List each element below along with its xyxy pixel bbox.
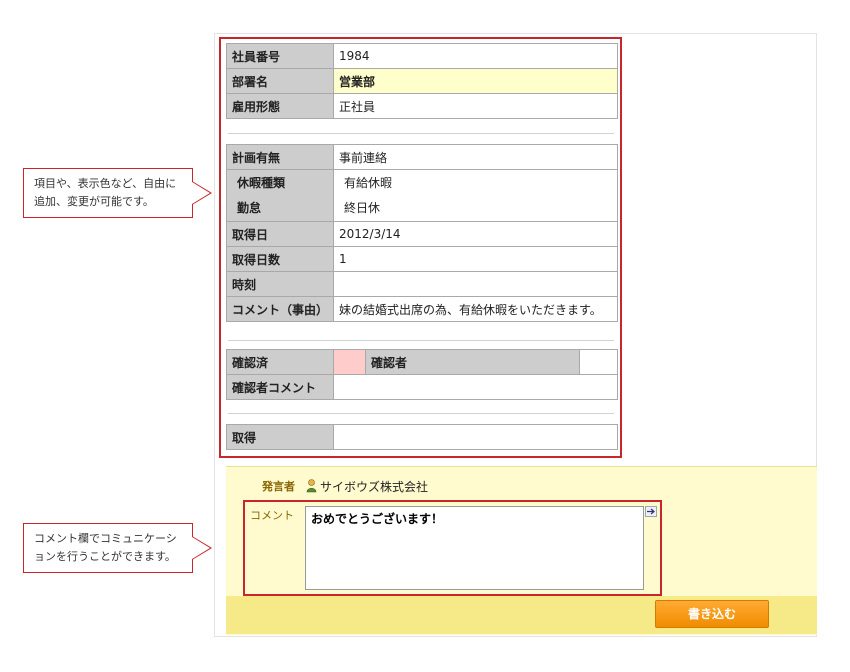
speaker-name[interactable]: サイボウズ株式会社 — [320, 478, 428, 495]
items-callout: 項目や、表示色など、自由に追加、変更が可能です。 — [23, 168, 212, 218]
comment-callout: コメント欄でコミュニケーションを行うことができます。 — [23, 523, 212, 573]
submit-button[interactable]: 書き込む — [655, 600, 769, 628]
comment-callout-text: コメント欄でコミュニケーションを行うことができます。 — [34, 532, 177, 563]
form-highlight-frame — [219, 37, 622, 458]
user-icon — [306, 479, 317, 493]
callout-pointer-inner — [192, 182, 210, 204]
speaker-label: 発言者 — [262, 480, 295, 493]
callout-pointer-inner — [192, 537, 210, 559]
items-callout-text: 項目や、表示色など、自由に追加、変更が可能です。 — [34, 177, 177, 208]
comment-highlight-frame — [243, 500, 662, 596]
